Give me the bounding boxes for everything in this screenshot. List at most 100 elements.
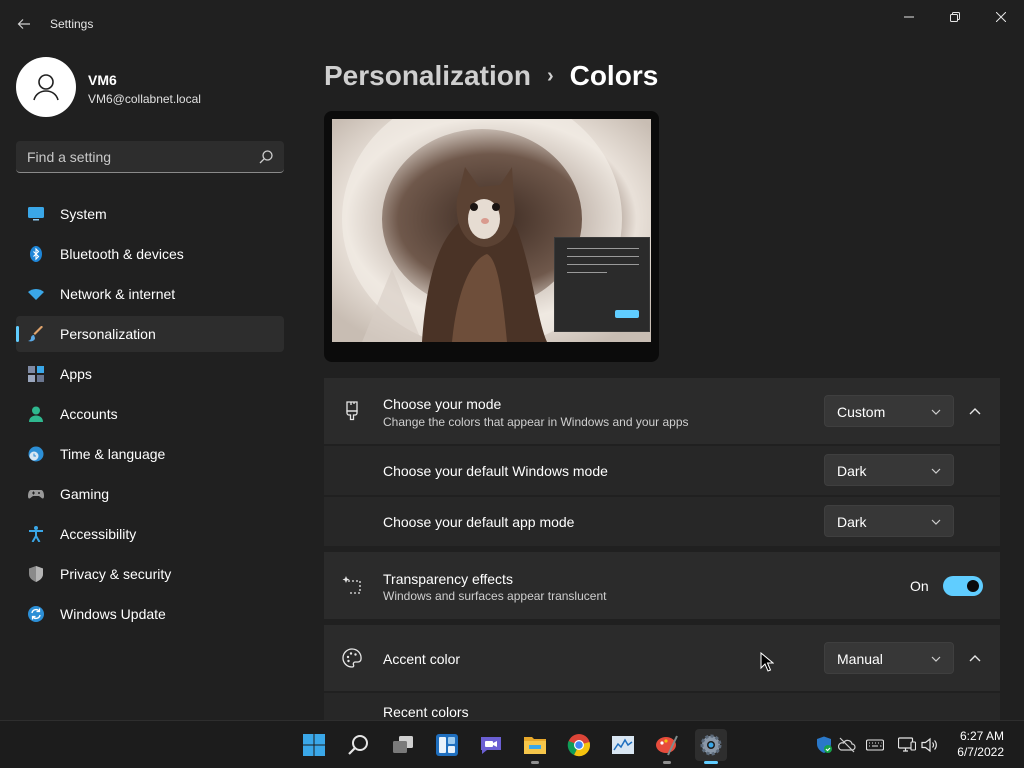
restore-icon: [950, 12, 960, 22]
chevron-up-icon[interactable]: [965, 401, 985, 421]
running-indicator: [531, 761, 539, 764]
sidebar-item-network[interactable]: Network & internet: [16, 276, 284, 312]
breadcrumb-separator: ›: [546, 64, 554, 87]
sidebar-item-accounts[interactable]: Accounts: [16, 396, 284, 432]
sidebar-item-label: Personalization: [60, 326, 156, 342]
sidebar-item-bluetooth[interactable]: Bluetooth & devices: [16, 236, 284, 272]
breadcrumb-parent[interactable]: Personalization: [324, 60, 531, 92]
gear-icon: [700, 734, 722, 756]
taskbar-search-button[interactable]: [343, 729, 375, 761]
bluetooth-icon: [30, 246, 42, 262]
sidebar-item-apps[interactable]: Apps: [16, 356, 284, 392]
globe-clock-icon: [28, 446, 44, 462]
search-icon: [348, 735, 368, 755]
sidebar-item-label: System: [60, 206, 107, 222]
preview-line: [567, 272, 607, 273]
sidebar-item-time-language[interactable]: Time & language: [16, 436, 284, 472]
sidebar-item-privacy[interactable]: Privacy & security: [16, 556, 284, 592]
taskbar-clock-date[interactable]: 6/7/2022: [957, 745, 1004, 759]
taskbar-clock-time[interactable]: 6:27 AM: [960, 729, 1004, 743]
taskbar-file-explorer-button[interactable]: [519, 729, 551, 764]
defender-shield-icon[interactable]: [815, 736, 833, 754]
sidebar-item-label: Apps: [60, 366, 92, 382]
network-icon[interactable]: [898, 736, 916, 754]
chat-icon: [481, 737, 501, 754]
app-mode-title: Choose your default app mode: [383, 514, 575, 530]
search-icon[interactable]: [258, 149, 274, 165]
close-button[interactable]: [978, 6, 1024, 28]
search-box[interactable]: [16, 141, 284, 173]
back-button[interactable]: [12, 12, 36, 36]
keyboard-icon[interactable]: [866, 736, 884, 754]
mode-title: Choose your mode: [383, 396, 502, 412]
monitor-icon: [28, 207, 44, 221]
minimize-icon: [904, 16, 914, 18]
sidebar-item-personalization[interactable]: Personalization: [16, 316, 284, 352]
apps-icon: [28, 366, 44, 382]
person-avatar-icon: [33, 74, 59, 101]
accent-dropdown[interactable]: Manual: [824, 642, 954, 674]
user-name: VM6: [88, 72, 117, 88]
sidebar-item-windows-update[interactable]: Windows Update: [16, 596, 284, 632]
chrome-icon: [567, 734, 590, 757]
taskbar-start-button[interactable]: [298, 729, 330, 761]
taskbar: [0, 720, 1024, 768]
preview-line: [567, 256, 639, 257]
transparency-title: Transparency effects: [383, 571, 513, 587]
transparency-card: Transparency effects Windows and surface…: [324, 552, 1000, 619]
accessibility-icon: [29, 526, 43, 542]
chevron-down-icon: [931, 656, 941, 662]
mode-dropdown[interactable]: Custom: [824, 395, 954, 427]
taskbar-chrome-button[interactable]: [563, 729, 595, 761]
sync-icon: [28, 606, 44, 622]
taskbar-performance-monitor-button[interactable]: [607, 729, 639, 761]
sidebar-item-gaming[interactable]: Gaming: [16, 476, 284, 512]
taskbar-widgets-button[interactable]: [431, 729, 463, 761]
paintbrush-icon: [346, 401, 358, 421]
mouse-cursor-icon: [760, 652, 774, 672]
title-bar: Settings: [0, 0, 1024, 48]
active-indicator: [704, 761, 718, 764]
breadcrumb: Personalization › Colors: [324, 58, 658, 94]
sidebar-item-system[interactable]: System: [16, 196, 284, 232]
onedrive-offline-icon[interactable]: [838, 736, 856, 754]
transparency-icon: [342, 576, 361, 594]
brush-icon: [28, 326, 43, 342]
sidebar-item-label: Gaming: [60, 486, 110, 502]
transparency-description: Windows and surfaces appear translucent: [383, 589, 607, 603]
windows-mode-dropdown[interactable]: Dark: [824, 454, 954, 486]
taskbar-chat-button[interactable]: [475, 729, 507, 761]
palette-icon: [342, 648, 362, 668]
chevron-up-icon[interactable]: [965, 648, 985, 668]
sidebar-nav: System Bluetooth & devices Network & int…: [16, 196, 284, 636]
transparency-toggle[interactable]: [943, 576, 983, 596]
taskbar-paint-button[interactable]: [651, 729, 683, 764]
user-email: VM6@collabnet.local: [88, 92, 201, 106]
chevron-down-icon: [931, 409, 941, 415]
windows-mode-title: Choose your default Windows mode: [383, 463, 608, 479]
sidebar-item-accessibility[interactable]: Accessibility: [16, 516, 284, 552]
preview-line: [567, 248, 639, 249]
wifi-icon: [28, 289, 44, 300]
windows-start-icon: [303, 734, 325, 756]
avatar[interactable]: [16, 57, 76, 117]
accent-dropdown-value: Manual: [837, 651, 883, 667]
maximize-button[interactable]: [932, 6, 978, 28]
running-indicator: [663, 761, 671, 764]
person-icon: [29, 406, 43, 422]
sidebar-item-label: Network & internet: [60, 286, 176, 302]
transparency-state-label: On: [910, 578, 929, 594]
volume-icon[interactable]: [921, 736, 939, 754]
sidebar-item-label: Accessibility: [60, 526, 137, 542]
app-mode-dropdown[interactable]: Dark: [824, 505, 954, 537]
recent-colors-title: Recent colors: [383, 704, 469, 720]
search-input[interactable]: [16, 141, 256, 172]
taskbar-task-view-button[interactable]: [387, 729, 419, 761]
taskbar-settings-button[interactable]: [695, 729, 727, 764]
app-mode-value: Dark: [837, 514, 867, 530]
chevron-down-icon: [931, 519, 941, 525]
minimize-button[interactable]: [886, 6, 932, 28]
wallpaper-preview: [332, 119, 651, 342]
sidebar-item-label: Accounts: [60, 406, 118, 422]
widgets-icon: [436, 734, 458, 756]
